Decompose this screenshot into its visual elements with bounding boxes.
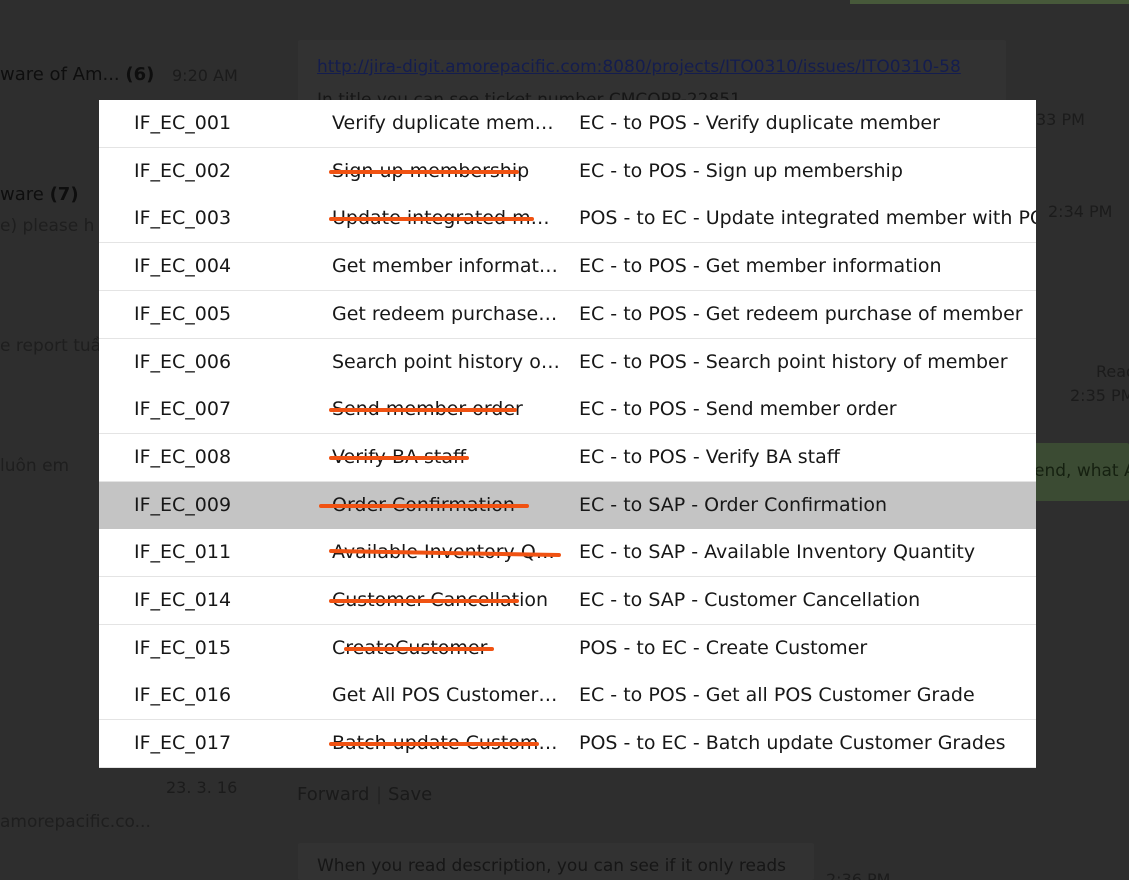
chat-list-item-title[interactable]: ware of Am... (6) [0,64,154,85]
interface-id-cell: IF_EC_017 [134,732,232,754]
table-row[interactable]: IF_EC_006 Search point history of... EC - … [99,339,1036,387]
strikethrough-mark [344,647,494,651]
interface-description-cell: EC - to POS - Search point history of me… [579,351,1008,373]
divider: | [376,784,383,805]
table-row[interactable]: IF_EC_017Batch update Custome...POS - to… [99,720,1036,768]
interface-id-cell: IF_EC_014 [134,589,232,611]
interface-id-cell: IF_EC_001 [134,112,232,134]
interface-id-cell: IF_EC_015 [134,637,232,659]
message-time: 2:34 PM [1048,202,1113,221]
interface-table: IF_EC_001 Verify duplicate member EC - to … [99,100,1036,768]
message-text: When you read description, you can see i… [317,856,787,876]
chat-list-item-time: 9:20 AM [172,66,238,85]
table-row[interactable]: IF_EC_003Update integrated me...POS - to… [99,195,1036,243]
chat-list-item-preview: luôn em [0,456,70,476]
table-row[interactable]: IF_EC_008Verify BA staffEC - to POS - Ve… [99,434,1036,482]
table-row[interactable]: IF_EC_007Send member orderEC - to POS - … [99,386,1036,434]
my-message-text: end, what A [1034,461,1129,481]
strikethrough-mark [329,456,469,460]
interface-id-cell: IF_EC_002 [134,160,232,182]
interface-name-cell: Verify duplicate member [332,112,560,134]
interface-description-cell: POS - to EC - Batch update Customer Grad… [579,732,1006,754]
chat-list-item-preview: amorepacific.co... [0,812,151,832]
interface-name-cell: Search point history of... [332,351,560,373]
interface-description-cell: EC - to SAP - Customer Cancellation [579,589,921,611]
jira-link[interactable]: http://jira-digit.amorepacific.com:8080/… [317,57,961,77]
interface-description-cell: POS - to EC - Create Customer [579,637,868,659]
save-link[interactable]: Save [388,784,432,805]
table-row[interactable]: IF_EC_009Order ConfirmationEC - to SAP -… [99,482,1036,530]
interface-name-cell: Get All POS Customer ... [332,684,560,706]
interface-description-cell: EC - to POS - Sign up membership [579,160,903,182]
interface-id-cell: IF_EC_005 [134,303,232,325]
table-row[interactable]: IF_EC_015CreateCustomerPOS - to EC - Cre… [99,625,1036,673]
interface-description-cell: EC - to SAP - Order Confirmation [579,494,888,516]
table-row[interactable]: IF_EC_004 Get member informati... EC - to … [99,243,1036,291]
table-row[interactable]: IF_EC_011Available Inventory Qu...EC - t… [99,529,1036,577]
strikethrough-mark [329,599,519,603]
chat-list-item-title[interactable]: ware (7) [0,184,79,205]
chat-list-item-preview: e report tuầ [0,336,102,356]
interface-id-cell: IF_EC_016 [134,684,232,706]
interface-id-cell: IF_EC_007 [134,398,232,420]
table-row[interactable]: IF_EC_016 Get All POS Customer ... EC - to… [99,672,1036,720]
message-time: 2:36 PM [826,870,891,880]
strikethrough-mark [329,170,519,174]
interface-id-cell: IF_EC_003 [134,207,232,229]
interface-id-cell: IF_EC_011 [134,541,232,563]
interface-name-cell: Get member informati... [332,255,560,277]
interface-id-cell: IF_EC_009 [134,494,232,516]
strikethrough-mark [329,408,517,412]
interface-name-cell: Get redeem purchase ... [332,303,560,325]
interface-id-cell: IF_EC_006 [134,351,232,373]
top-accent-bar [850,0,1129,4]
table-row[interactable]: IF_EC_005 Get redeem purchase ... EC - to … [99,291,1036,339]
table-row[interactable]: IF_EC_001 Verify duplicate member EC - to … [99,100,1036,148]
chat-list-item-preview: e) please h [0,216,95,236]
interface-description-cell: EC - to POS - Send member order [579,398,897,420]
message-time: 2:35 PM [1070,386,1129,405]
strikethrough-mark [319,504,529,508]
interface-id-cell: IF_EC_008 [134,446,232,468]
interface-description-cell: EC - to SAP - Available Inventory Quanti… [579,541,976,563]
message-time: 33 PM [1036,110,1085,129]
chat-list-item-time: 23. 3. 16 [166,778,238,797]
read-label: Read [1096,362,1129,381]
strikethrough-mark [329,217,534,221]
interface-description-cell: EC - to POS - Verify duplicate member [579,112,940,134]
interface-description-cell: EC - to POS - Get member information [579,255,942,277]
interface-description-cell: POS - to EC - Update integrated member w… [579,207,1036,229]
table-row[interactable]: IF_EC_002Sign up membershipEC - to POS -… [99,148,1036,196]
table-row[interactable]: IF_EC_014Customer CancellationEC - to SA… [99,577,1036,625]
interface-description-cell: EC - to POS - Get all POS Customer Grade [579,684,975,706]
interface-description-cell: EC - to POS - Verify BA staff [579,446,840,468]
forward-link[interactable]: Forward [297,784,369,805]
interface-description-cell: EC - to POS - Get redeem purchase of mem… [579,303,1023,325]
strikethrough-mark [329,742,539,746]
interface-id-cell: IF_EC_004 [134,255,232,277]
